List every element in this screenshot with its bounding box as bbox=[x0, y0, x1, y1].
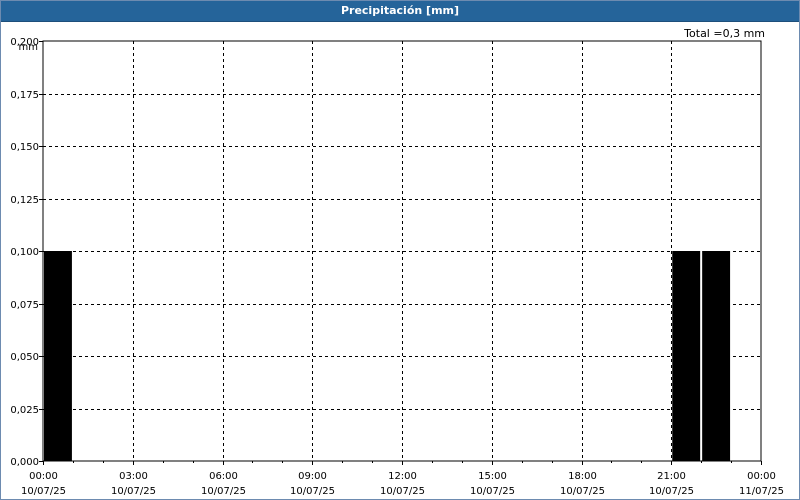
x-tick-time: 18:00 bbox=[568, 471, 597, 482]
x-tick-time: 00:00 bbox=[747, 471, 776, 482]
precipitation-bar bbox=[702, 251, 731, 461]
x-tick-time: 21:00 bbox=[657, 471, 686, 482]
y-tick-label: 0,075 bbox=[10, 300, 39, 311]
x-tick-time: 00:00 bbox=[29, 471, 58, 482]
y-tick-label: 0,175 bbox=[10, 90, 39, 101]
y-tick-label: 0,000 bbox=[10, 457, 39, 468]
x-tick-date: 10/07/25 bbox=[470, 486, 515, 497]
precipitation-chart: 0,000 0,025 0,050 0,075 0,100 0,125 0,150 0,175… bbox=[10, 37, 784, 497]
y-tick-label: 0,150 bbox=[10, 142, 39, 153]
x-tick-time: 09:00 bbox=[298, 471, 327, 482]
y-axis-label: mm bbox=[19, 42, 38, 53]
x-tick-time: 15:00 bbox=[478, 471, 507, 482]
y-tick-label: 0,025 bbox=[10, 405, 39, 416]
x-tick-date: 10/07/25 bbox=[649, 486, 694, 497]
precipitation-bar bbox=[44, 251, 72, 461]
x-tick-time: 06:00 bbox=[209, 471, 238, 482]
chart-window: Precipitación [mm] Total =0,3 mm 0,000 0,… bbox=[0, 0, 800, 500]
x-tick-date: 10/07/25 bbox=[21, 486, 66, 497]
x-tick-date: 11/07/25 bbox=[739, 486, 784, 497]
x-tick-date: 10/07/25 bbox=[380, 486, 425, 497]
x-tick-date: 10/07/25 bbox=[111, 486, 156, 497]
x-tick-time: 12:00 bbox=[388, 471, 417, 482]
x-tick-date: 10/07/25 bbox=[290, 486, 335, 497]
x-tick-date: 10/07/25 bbox=[201, 486, 246, 497]
y-tick-label: 0,050 bbox=[10, 352, 39, 363]
y-tick-label: 0,125 bbox=[10, 195, 39, 206]
x-tick-time: 03:00 bbox=[119, 471, 148, 482]
y-tick-label: 0,100 bbox=[10, 247, 39, 258]
x-tick-date: 10/07/25 bbox=[560, 486, 605, 497]
precipitation-bar bbox=[672, 251, 701, 461]
